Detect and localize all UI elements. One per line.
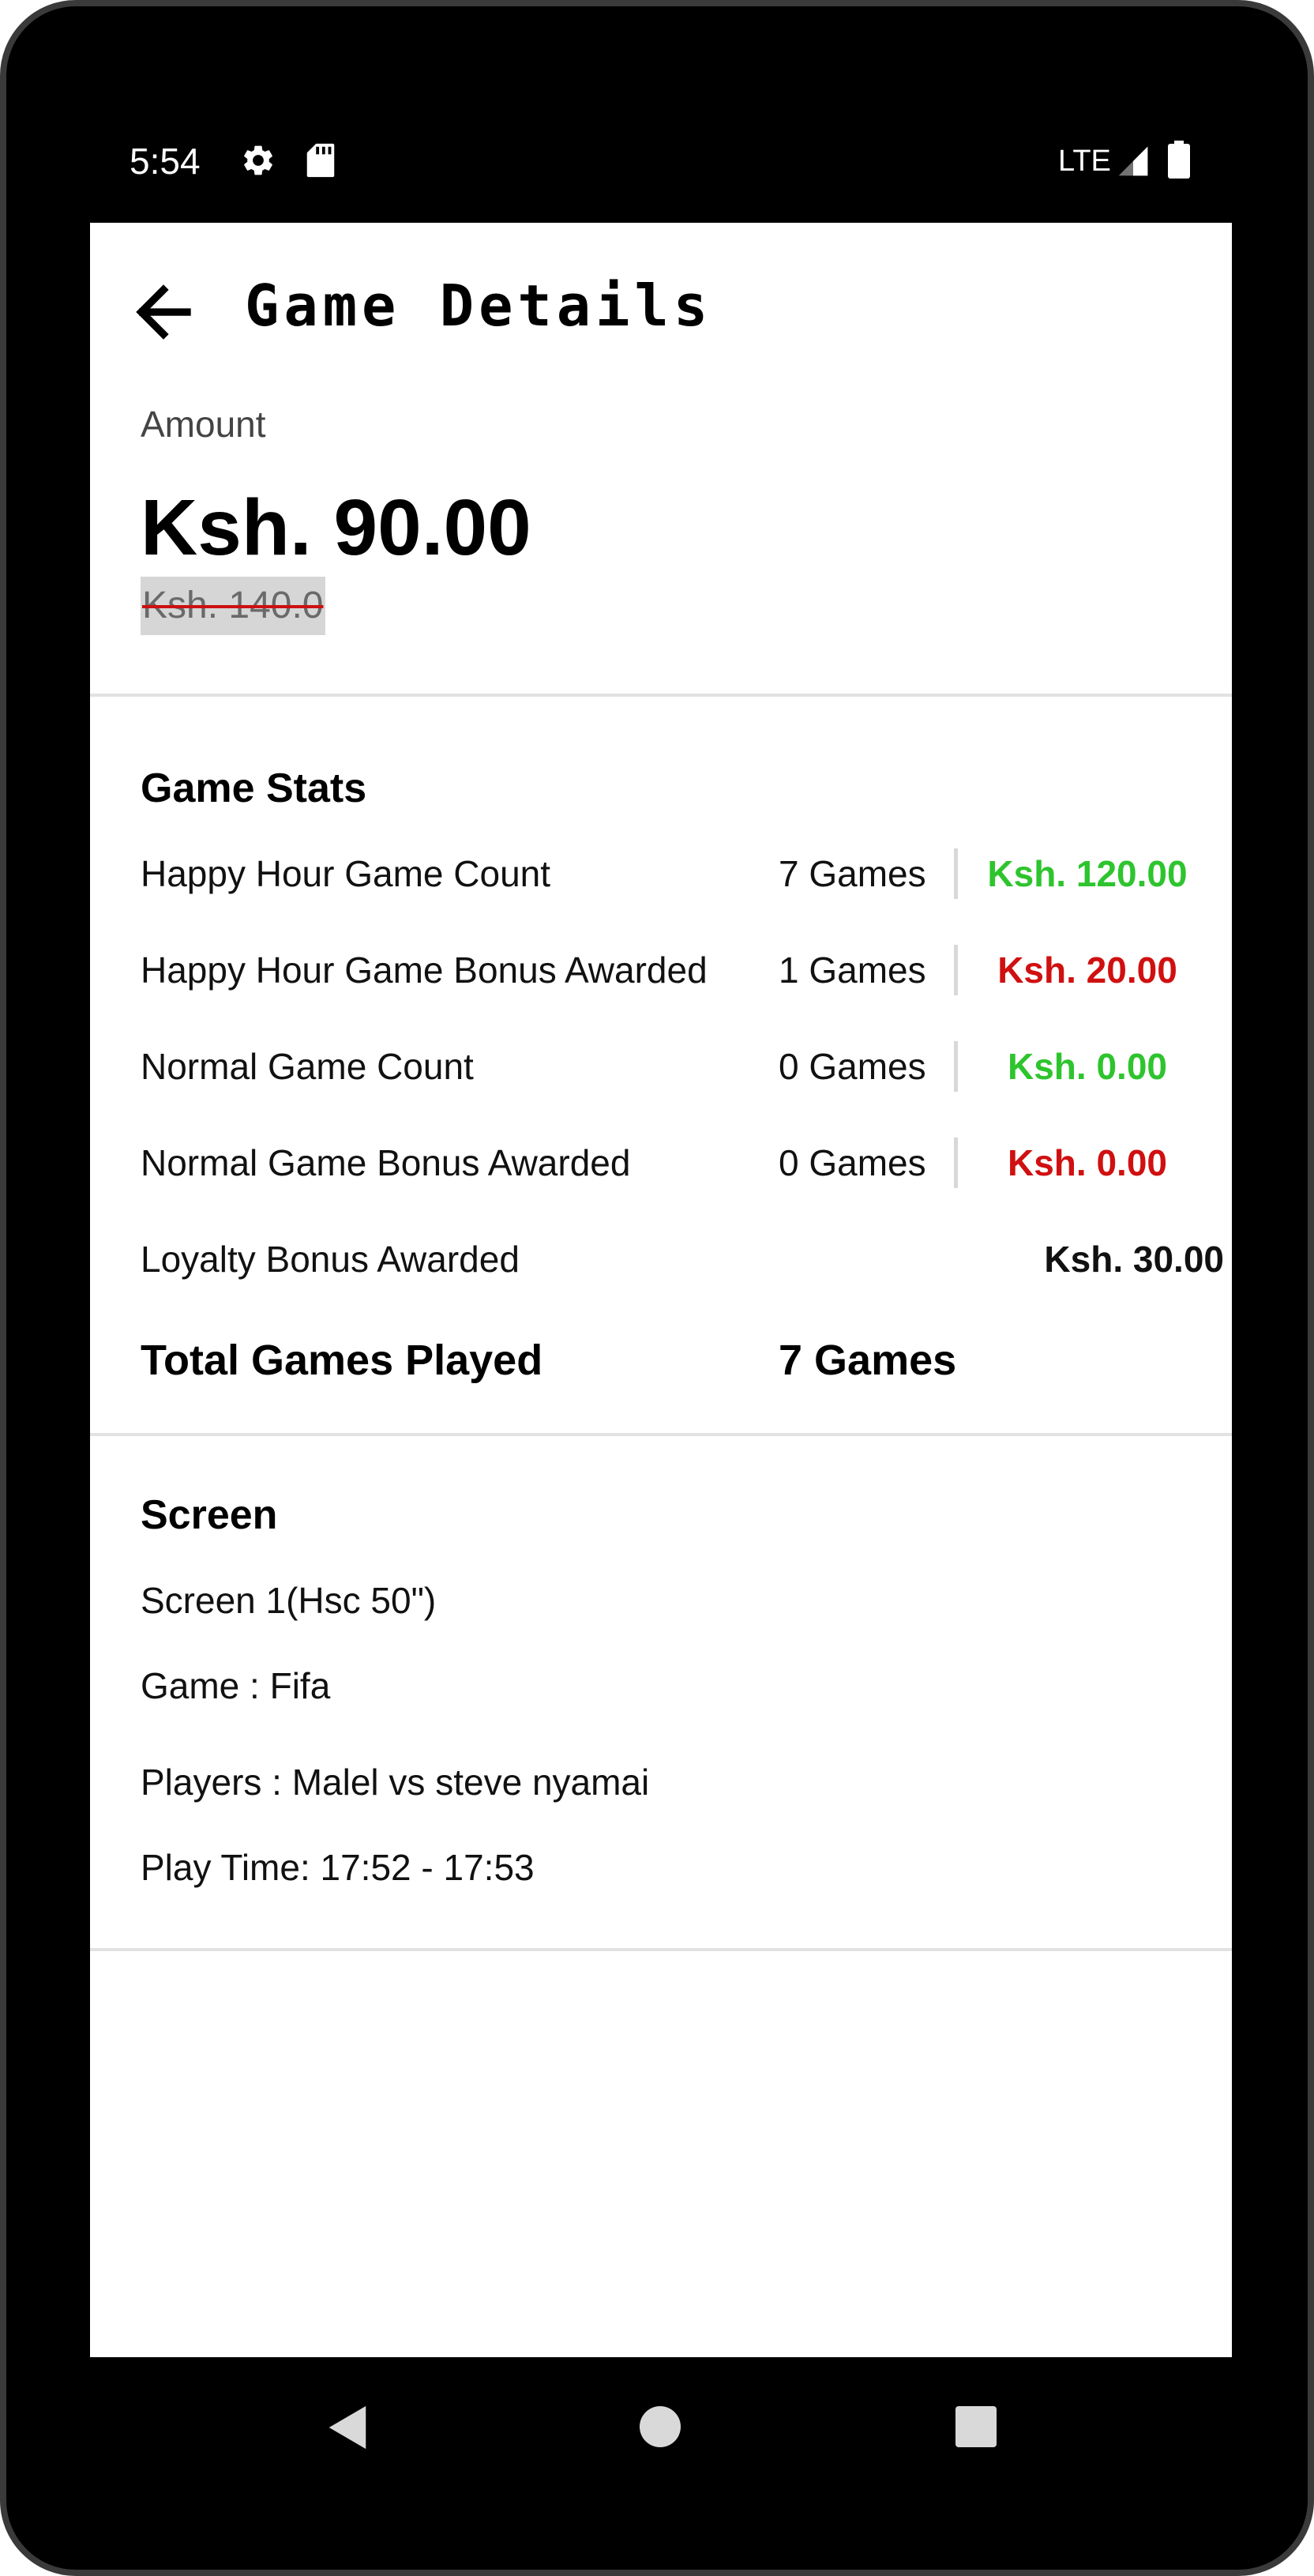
app-screen: Game Details Amount Ksh. 90.00 Ksh. 140.… <box>90 223 1232 2357</box>
total-label: Total Games Played <box>141 1337 543 1384</box>
game-name: Game : Fifa <box>141 1665 331 1706</box>
stat-label: Happy Hour Game Bonus Awarded <box>141 950 708 991</box>
divider <box>90 1948 1232 1951</box>
stat-separator <box>954 945 958 995</box>
amount-label: Amount <box>141 404 266 445</box>
screen-section-title: Screen <box>141 1492 278 1538</box>
stat-amount: Ksh. 120.00 <box>987 853 1188 894</box>
arrow-left-icon[interactable] <box>128 276 199 348</box>
navigation-bar <box>6 2357 1308 2570</box>
play-time: Play Time: 17:52 - 17:53 <box>141 1847 535 1888</box>
stat-count: 1 Games <box>779 950 926 991</box>
signal-icon <box>1118 146 1148 176</box>
stat-amount: Ksh. 20.00 <box>997 950 1177 991</box>
stat-amount: Ksh. 0.00 <box>1008 1046 1167 1087</box>
app-bar: Game Details <box>90 223 1232 365</box>
nav-recents-icon[interactable] <box>954 2405 998 2449</box>
stat-row: Normal Game Count 0 Games Ksh. 0.00 <box>90 1027 1232 1106</box>
stat-row: Happy Hour Game Count 7 Games Ksh. 120.0… <box>90 834 1232 913</box>
amount-value: Ksh. 90.00 <box>141 483 531 572</box>
stat-label: Happy Hour Game Count <box>141 853 551 894</box>
battery-icon <box>1168 141 1190 179</box>
total-value: 7 Games <box>779 1337 957 1384</box>
players: Players : Malel vs steve nyamai <box>141 1762 650 1803</box>
device-frame: 5:54 LTE Game Details Amount Ksh. 90.00 … <box>0 0 1314 2576</box>
original-amount: Ksh. 140.0 <box>141 577 325 635</box>
stat-count: 0 Games <box>779 1142 926 1183</box>
loyalty-amount: Ksh. 30.00 <box>1044 1239 1224 1280</box>
stat-row: Normal Game Bonus Awarded 0 Games Ksh. 0… <box>90 1123 1232 1202</box>
stat-count: 7 Games <box>779 853 926 894</box>
loyalty-label: Loyalty Bonus Awarded <box>141 1239 520 1280</box>
network-type: LTE <box>1058 145 1111 178</box>
stat-separator <box>954 1041 958 1092</box>
sd-card-icon <box>306 143 335 178</box>
total-row: Total Games Played 7 Games <box>90 1321 1232 1400</box>
stat-label: Normal Game Bonus Awarded <box>141 1142 631 1183</box>
stat-count: 0 Games <box>779 1046 926 1087</box>
nav-home-icon[interactable] <box>638 2405 682 2449</box>
stat-amount: Ksh. 0.00 <box>1008 1142 1167 1183</box>
stat-label: Normal Game Count <box>141 1046 474 1087</box>
stat-separator <box>954 848 958 899</box>
gear-icon <box>244 145 272 175</box>
loyalty-row: Loyalty Bonus Awarded Ksh. 30.00 <box>90 1220 1232 1299</box>
stat-separator <box>954 1138 958 1188</box>
screen-name: Screen 1(Hsc 50") <box>141 1580 437 1621</box>
status-time: 5:54 <box>130 141 201 182</box>
stat-row: Happy Hour Game Bonus Awarded 1 Games Ks… <box>90 931 1232 1010</box>
divider <box>90 1433 1232 1436</box>
divider <box>90 694 1232 697</box>
page-title: Game Details <box>245 273 713 339</box>
game-stats-title: Game Stats <box>141 765 367 811</box>
status-bar: 5:54 LTE <box>6 6 1308 224</box>
nav-back-icon[interactable] <box>325 2403 370 2452</box>
